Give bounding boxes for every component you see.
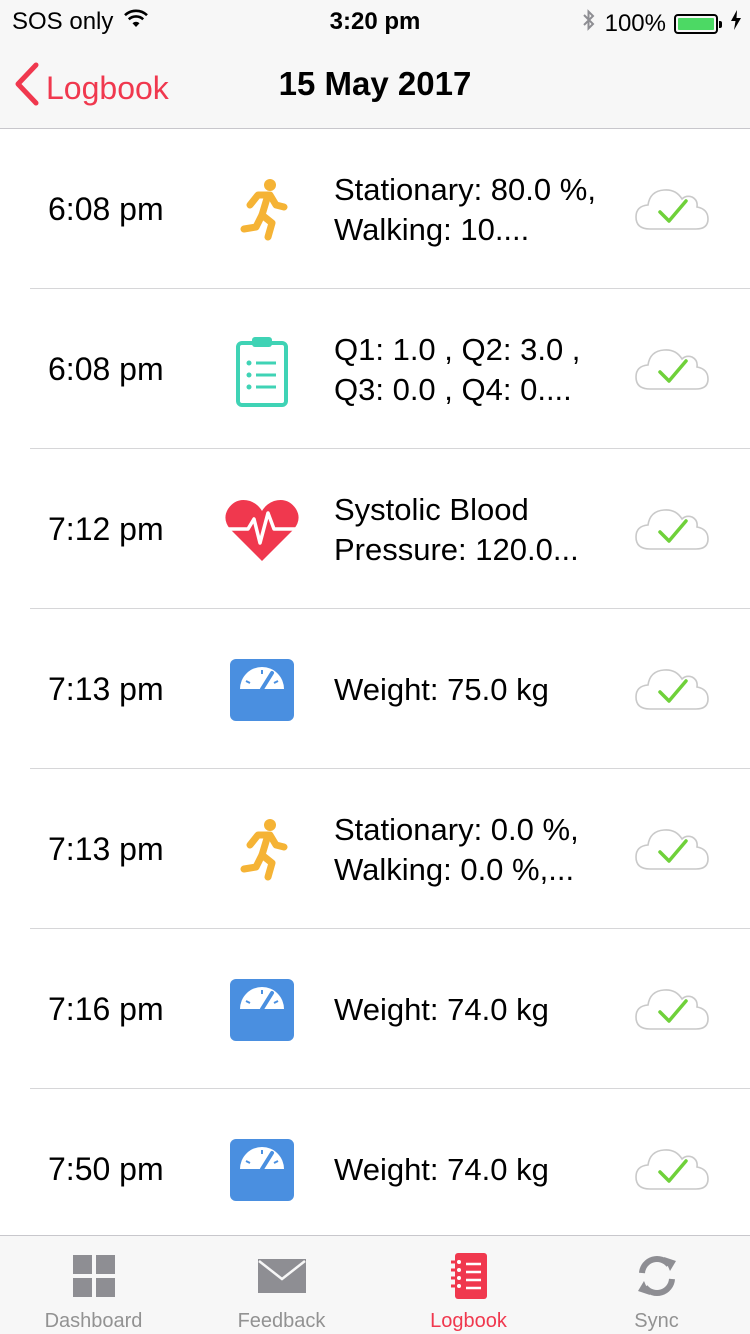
list-item[interactable]: 7:13 pm Weight: 75.0 kg bbox=[0, 609, 750, 769]
list-item[interactable]: 7:12 pm Systolic Blood Pressure: 120.0..… bbox=[0, 449, 750, 609]
list-item[interactable]: 7:13 pm Stationary: 0.0 %, Walking: 0.0 … bbox=[0, 769, 750, 929]
list-item[interactable]: 6:08 pm Q1: 1.0 , Q2: 3.0 , Q3: 0.0 , Q4… bbox=[0, 289, 750, 449]
list-item[interactable]: 6:08 pm Stationary: 80.0 %, Walking: 10.… bbox=[0, 129, 750, 289]
status-right: 100% bbox=[581, 8, 742, 39]
envelope-icon bbox=[256, 1250, 308, 1302]
list-item[interactable]: 7:50 pm Weight: 74.0 kg bbox=[0, 1089, 750, 1235]
battery-percent: 100% bbox=[604, 9, 666, 37]
cloud-synced-icon bbox=[632, 659, 712, 719]
entry-time: 7:13 pm bbox=[48, 670, 164, 707]
tab-dashboard[interactable]: Dashboard bbox=[0, 1236, 187, 1334]
entry-time: 7:16 pm bbox=[48, 990, 164, 1027]
cloud-synced-icon bbox=[632, 1139, 712, 1199]
tab-label: Dashboard bbox=[44, 1310, 143, 1332]
dashboard-grid-icon bbox=[68, 1250, 120, 1302]
activity-runner-icon bbox=[222, 171, 302, 251]
charging-icon bbox=[730, 9, 742, 38]
activity-runner-icon bbox=[222, 811, 302, 891]
cloud-synced-icon bbox=[632, 179, 712, 239]
entry-time: 6:08 pm bbox=[48, 350, 164, 387]
heart-pulse-icon bbox=[222, 491, 302, 571]
weight-scale-icon bbox=[222, 971, 302, 1051]
weight-scale-icon bbox=[222, 651, 302, 731]
status-bar: SOS only 3:20 pm 100% bbox=[0, 0, 750, 40]
entry-time: 7:12 pm bbox=[48, 510, 164, 547]
page-title: 15 May 2017 bbox=[278, 65, 472, 102]
logbook-notebook-icon bbox=[443, 1250, 495, 1302]
tab-bar: Dashboard Feedback Logbook Sync bbox=[0, 1235, 750, 1334]
logbook-list[interactable]: 6:08 pm Stationary: 80.0 %, Walking: 10.… bbox=[0, 129, 750, 1235]
weight-scale-icon bbox=[222, 1131, 302, 1211]
entry-time: 7:50 pm bbox=[48, 1150, 164, 1187]
cloud-synced-icon bbox=[632, 819, 712, 879]
clipboard-questionnaire-icon bbox=[222, 331, 302, 411]
tab-sync[interactable]: Sync bbox=[563, 1236, 750, 1334]
battery-icon bbox=[674, 13, 722, 34]
cloud-synced-icon bbox=[632, 979, 712, 1039]
list-item[interactable]: 7:16 pm Weight: 74.0 kg bbox=[0, 929, 750, 1089]
entry-summary: Systolic Blood Pressure: 120.0... bbox=[334, 492, 579, 567]
entry-time: 7:13 pm bbox=[48, 830, 164, 867]
cloud-synced-icon bbox=[632, 499, 712, 559]
tab-label: Sync bbox=[634, 1310, 679, 1332]
tab-feedback[interactable]: Feedback bbox=[188, 1236, 375, 1334]
tab-label: Logbook bbox=[430, 1310, 507, 1332]
tab-logbook[interactable]: Logbook bbox=[375, 1236, 562, 1334]
tab-label: Feedback bbox=[237, 1310, 326, 1332]
navigation-bar: Logbook 15 May 2017 bbox=[0, 40, 750, 129]
entry-summary: Q1: 1.0 , Q2: 3.0 , Q3: 0.0 , Q4: 0.... bbox=[334, 332, 581, 407]
entry-summary: Stationary: 0.0 %, Walking: 0.0 %,... bbox=[334, 812, 579, 887]
entry-time: 6:08 pm bbox=[48, 190, 164, 227]
bluetooth-icon bbox=[581, 8, 597, 39]
entry-summary: Weight: 74.0 kg bbox=[334, 992, 549, 1027]
sync-arrows-icon bbox=[631, 1250, 683, 1302]
cloud-synced-icon bbox=[632, 339, 712, 399]
entry-summary: Weight: 74.0 kg bbox=[334, 1152, 549, 1187]
entry-summary: Stationary: 80.0 %, Walking: 10.... bbox=[334, 172, 596, 247]
entry-summary: Weight: 75.0 kg bbox=[334, 672, 549, 707]
